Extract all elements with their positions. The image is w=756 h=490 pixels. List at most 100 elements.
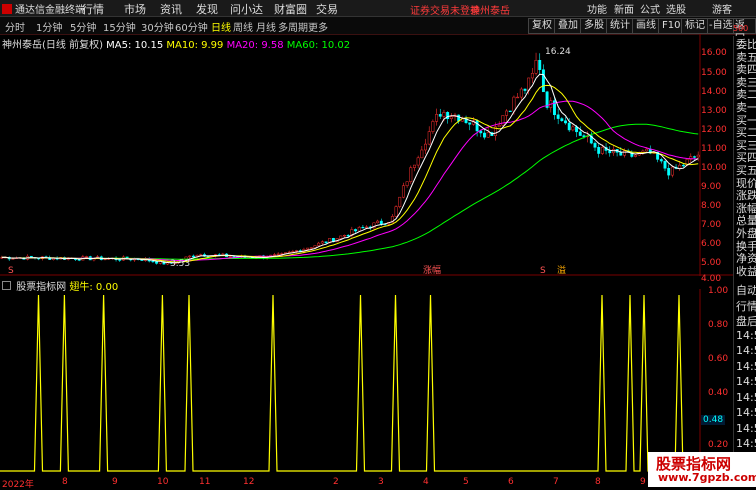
date-tick: 3 (378, 477, 384, 487)
annotation-s-right: S (540, 266, 546, 276)
candle-body (413, 164, 416, 168)
quote-panel: 委比 卖五 卖四 卖三 卖二 卖一 买一 买二 买三 买四 买五 现价 涨跌 涨幅 总量 外盘 换手 净资 收益 自动… (733, 36, 756, 476)
date-tick: 2022年 (2, 480, 34, 490)
candle-body (188, 255, 192, 258)
candle-body (435, 114, 439, 122)
menu-discover[interactable]: 发现 (196, 1, 218, 17)
menu-markets[interactable]: 市场 (124, 1, 146, 17)
menu-function[interactable]: 功能 (587, 1, 607, 16)
menu-market[interactable]: 行情 (82, 1, 104, 17)
candle-body (534, 59, 538, 74)
period-weekly[interactable]: 周线 (233, 19, 253, 34)
menu-newface[interactable]: 新面 (614, 1, 634, 16)
menu-wealth[interactable]: 财富圈 (274, 1, 307, 17)
price-tick: 9.00 (701, 182, 722, 192)
btn-restore[interactable]: 复权 (528, 18, 556, 34)
menu-bar: 通达信金融终端 行情 市场 资讯 发现 问小达 财富圈 交易 证券交易未登录 神… (0, 0, 756, 17)
candle-body (343, 235, 346, 237)
menu-ask[interactable]: 问小达 (230, 1, 263, 17)
period-daily[interactable]: 日线 (211, 19, 231, 34)
menu-formula[interactable]: 公式 (640, 1, 660, 16)
price-tick: 8.00 (701, 201, 722, 211)
time-row-label: 14:50 (736, 437, 756, 450)
candle-body (597, 147, 601, 154)
indicator-tick: 0.80 (708, 320, 729, 330)
date-tick: 4 (423, 477, 429, 487)
candle-body (519, 88, 523, 98)
candle-body (405, 181, 409, 186)
candle-body (295, 250, 299, 252)
candle-body (508, 110, 512, 113)
candle-body (291, 251, 295, 253)
date-tick: 9 (112, 477, 118, 487)
candle-body (313, 245, 317, 248)
annotation-overflow: 溢 (557, 264, 566, 276)
candle-body (273, 254, 276, 256)
low-price-label: 3.53 (170, 259, 190, 269)
period-multi[interactable]: 多周期 (278, 19, 308, 34)
period-tick[interactable]: 分时 (5, 19, 25, 34)
btn-multi[interactable]: 多股 (580, 18, 608, 34)
time-row-label: 14:50 (736, 344, 756, 357)
indicator-chart[interactable] (0, 289, 733, 477)
candle-body (11, 258, 15, 260)
candle-body (199, 254, 203, 256)
candle-body (678, 164, 682, 169)
period-more[interactable]: 更多 (308, 19, 328, 34)
btn-mark[interactable]: 标记 (681, 18, 709, 34)
right-panel-top: 500 (733, 24, 749, 33)
btn-overlay[interactable]: 叠加 (554, 18, 582, 34)
candle-body (228, 256, 232, 258)
candle-body (151, 260, 155, 263)
candle-body (497, 124, 501, 128)
menu-trade[interactable]: 交易 (316, 1, 338, 17)
candle-body (538, 59, 542, 70)
candle-body (449, 116, 453, 119)
menu-picker[interactable]: 选股 (666, 1, 686, 16)
date-tick: 5 (463, 477, 469, 487)
time-row-label: 14:50 (736, 390, 756, 404)
date-tick: 7 (553, 477, 559, 487)
period-5min[interactable]: 5分钟 (70, 19, 96, 34)
candle-body (85, 256, 89, 258)
candle-body (505, 110, 509, 116)
date-tick: 6 (508, 477, 514, 487)
date-tick: 10 (157, 477, 169, 487)
time-row-label: 行情 (736, 299, 756, 313)
candle-body (667, 168, 671, 176)
candle-body (155, 261, 159, 264)
candle-body (191, 255, 195, 258)
candle-body (446, 112, 450, 119)
period-15min[interactable]: 15分钟 (103, 19, 136, 34)
period-1min[interactable]: 1分钟 (36, 19, 62, 34)
candle-body (401, 185, 405, 198)
btn-favorite[interactable]: -自选 (707, 18, 735, 34)
watermark: 股票指标网 www.7gpzb.com (648, 452, 756, 487)
period-monthly[interactable]: 月线 (256, 19, 276, 34)
candle-body (398, 196, 402, 207)
ma5-line (1, 73, 699, 264)
date-tick: 12 (243, 477, 255, 487)
candle-body (501, 115, 505, 126)
period-60min[interactable]: 60分钟 (175, 19, 208, 34)
candle-body (516, 96, 520, 99)
candle-body (475, 120, 479, 132)
candle-body (320, 241, 324, 244)
candle-body (118, 259, 122, 261)
menu-news[interactable]: 资讯 (160, 1, 182, 17)
date-tick: 8 (62, 477, 68, 487)
candle-body (693, 156, 696, 158)
price-tick: 6.00 (701, 239, 722, 249)
candles-group (0, 52, 700, 266)
price-chart[interactable]: 16.24 3.53 涨幅 溢 S S (0, 34, 733, 276)
candle-body (696, 154, 700, 158)
candle-body (376, 220, 380, 224)
candle-body (77, 259, 81, 261)
menu-guest[interactable]: 游客 (712, 1, 732, 16)
btn-draw[interactable]: 画线 (632, 18, 660, 34)
candle-body (567, 122, 571, 131)
period-30min[interactable]: 30分钟 (141, 19, 174, 34)
candle-body (600, 147, 604, 154)
btn-stats[interactable]: 统计 (606, 18, 634, 34)
candle-body (623, 150, 626, 156)
